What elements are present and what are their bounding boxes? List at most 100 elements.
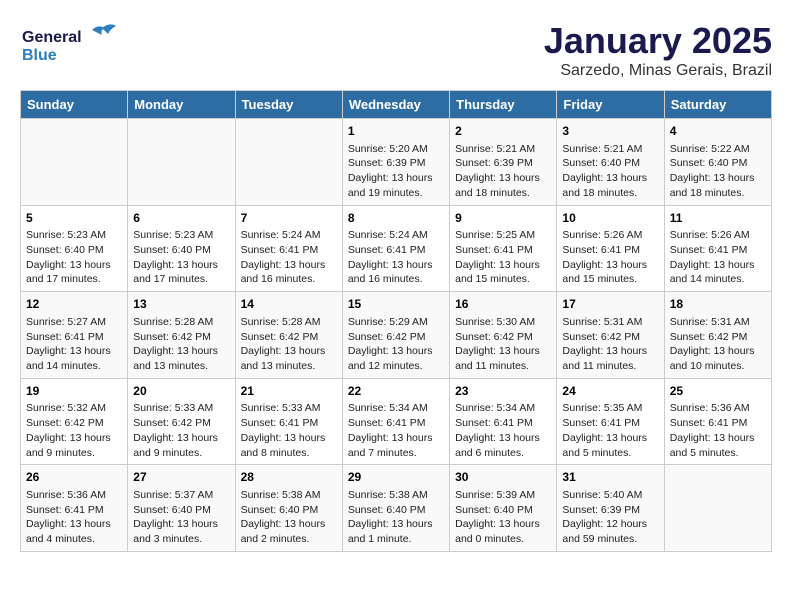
- calendar-cell: [664, 465, 771, 552]
- day-info: Sunrise: 5:38 AM Sunset: 6:40 PM Dayligh…: [348, 488, 444, 547]
- day-info: Sunrise: 5:34 AM Sunset: 6:41 PM Dayligh…: [348, 401, 444, 460]
- calendar-cell: 17 Sunrise: 5:31 AM Sunset: 6:42 PM Dayli…: [557, 292, 664, 379]
- calendar-cell: 23Sunrise: 5:34 AM Sunset: 6:41 PM Dayli…: [450, 378, 557, 465]
- day-number: 10: [562, 210, 658, 227]
- day-info: Sunrise: 5:23 AM Sunset: 6:40 PM Dayligh…: [26, 228, 122, 287]
- day-number: 27: [133, 469, 229, 486]
- header-friday: Friday: [557, 91, 664, 119]
- day-info: Sunrise: 5:33 AM Sunset: 6:41 PM Dayligh…: [241, 401, 337, 460]
- day-number: 28: [241, 469, 337, 486]
- calendar-cell: 6Sunrise: 5:23 AM Sunset: 6:40 PM Daylig…: [128, 205, 235, 292]
- day-number: 19: [26, 383, 122, 400]
- day-number: 23: [455, 383, 551, 400]
- calendar-cell: 24Sunrise: 5:35 AM Sunset: 6:41 PM Dayli…: [557, 378, 664, 465]
- calendar-cell: 10Sunrise: 5:26 AM Sunset: 6:41 PM Dayli…: [557, 205, 664, 292]
- day-number: 12: [26, 296, 122, 313]
- day-number: 8: [348, 210, 444, 227]
- calendar-cell: 2 Sunrise: 5:21 AM Sunset: 6:39 PM Daylig…: [450, 119, 557, 206]
- day-number: 14: [241, 296, 337, 313]
- calendar-cell: 1 Sunrise: 5:20 AM Sunset: 6:39 PM Daylig…: [342, 119, 449, 206]
- day-info: Sunrise: 5:38 AM Sunset: 6:40 PM Dayligh…: [241, 488, 337, 547]
- calendar-cell: 11Sunrise: 5:26 AM Sunset: 6:41 PM Dayli…: [664, 205, 771, 292]
- calendar-cell: 5Sunrise: 5:23 AM Sunset: 6:40 PM Daylig…: [21, 205, 128, 292]
- logo: General Blue: [20, 20, 120, 70]
- day-info: Sunrise: 5:24 AM Sunset: 6:41 PM Dayligh…: [348, 228, 444, 287]
- calendar-week-3: 19Sunrise: 5:32 AM Sunset: 6:42 PM Dayli…: [21, 378, 772, 465]
- day-number: 9: [455, 210, 551, 227]
- day-info: Sunrise: 5:20 AM Sunset: 6:39 PM Dayligh…: [348, 142, 444, 201]
- calendar-cell: 9Sunrise: 5:25 AM Sunset: 6:41 PM Daylig…: [450, 205, 557, 292]
- day-number: 26: [26, 469, 122, 486]
- day-info: Sunrise: 5:24 AM Sunset: 6:41 PM Dayligh…: [241, 228, 337, 287]
- day-number: 4: [670, 123, 766, 140]
- calendar-cell: 20Sunrise: 5:33 AM Sunset: 6:42 PM Dayli…: [128, 378, 235, 465]
- day-number: 30: [455, 469, 551, 486]
- calendar-cell: 21Sunrise: 5:33 AM Sunset: 6:41 PM Dayli…: [235, 378, 342, 465]
- day-info: Sunrise: 5:25 AM Sunset: 6:41 PM Dayligh…: [455, 228, 551, 287]
- header: General Blue January 2025 Sarzedo, Minas…: [20, 20, 772, 80]
- day-number: 5: [26, 210, 122, 227]
- calendar-week-0: 1 Sunrise: 5:20 AM Sunset: 6:39 PM Daylig…: [21, 119, 772, 206]
- day-number: 1: [348, 123, 444, 140]
- calendar-cell: 26 Sunrise: 5:36 AM Sunset: 6:41 PM Dayli…: [21, 465, 128, 552]
- calendar-week-1: 5Sunrise: 5:23 AM Sunset: 6:40 PM Daylig…: [21, 205, 772, 292]
- day-info: Sunrise: 5:23 AM Sunset: 6:40 PM Dayligh…: [133, 228, 229, 287]
- day-info: Sunrise: 5:21 AM Sunset: 6:39 PM Dayligh…: [455, 142, 551, 201]
- calendar-cell: 7Sunrise: 5:24 AM Sunset: 6:41 PM Daylig…: [235, 205, 342, 292]
- header-thursday: Thursday: [450, 91, 557, 119]
- day-info: Sunrise: 5:28 AM Sunset: 6:42 PM Dayligh…: [133, 315, 229, 374]
- day-number: 7: [241, 210, 337, 227]
- day-number: 29: [348, 469, 444, 486]
- calendar-cell: 27 Sunrise: 5:37 AM Sunset: 6:40 PM Dayli…: [128, 465, 235, 552]
- day-number: 17: [562, 296, 658, 313]
- day-info: Sunrise: 5:26 AM Sunset: 6:41 PM Dayligh…: [670, 228, 766, 287]
- day-info: Sunrise: 5:31 AM Sunset: 6:42 PM Dayligh…: [670, 315, 766, 374]
- header-saturday: Saturday: [664, 91, 771, 119]
- calendar-subtitle: Sarzedo, Minas Gerais, Brazil: [544, 62, 772, 80]
- calendar-cell: [128, 119, 235, 206]
- day-info: Sunrise: 5:39 AM Sunset: 6:40 PM Dayligh…: [455, 488, 551, 547]
- day-info: Sunrise: 5:22 AM Sunset: 6:40 PM Dayligh…: [670, 142, 766, 201]
- header-tuesday: Tuesday: [235, 91, 342, 119]
- day-info: Sunrise: 5:32 AM Sunset: 6:42 PM Dayligh…: [26, 401, 122, 460]
- calendar-cell: 3 Sunrise: 5:21 AM Sunset: 6:40 PM Daylig…: [557, 119, 664, 206]
- day-number: 11: [670, 210, 766, 227]
- calendar-cell: 18Sunrise: 5:31 AM Sunset: 6:42 PM Dayli…: [664, 292, 771, 379]
- day-info: Sunrise: 5:26 AM Sunset: 6:41 PM Dayligh…: [562, 228, 658, 287]
- header-wednesday: Wednesday: [342, 91, 449, 119]
- day-number: 31: [562, 469, 658, 486]
- day-info: Sunrise: 5:30 AM Sunset: 6:42 PM Dayligh…: [455, 315, 551, 374]
- day-info: Sunrise: 5:33 AM Sunset: 6:42 PM Dayligh…: [133, 401, 229, 460]
- title-area: January 2025 Sarzedo, Minas Gerais, Braz…: [544, 20, 772, 80]
- day-info: Sunrise: 5:29 AM Sunset: 6:42 PM Dayligh…: [348, 315, 444, 374]
- calendar-cell: 15 Sunrise: 5:29 AM Sunset: 6:42 PM Dayli…: [342, 292, 449, 379]
- svg-text:Blue: Blue: [22, 47, 57, 64]
- day-number: 25: [670, 383, 766, 400]
- day-number: 15: [348, 296, 444, 313]
- header-monday: Monday: [128, 91, 235, 119]
- calendar-cell: 19Sunrise: 5:32 AM Sunset: 6:42 PM Dayli…: [21, 378, 128, 465]
- calendar-week-4: 26 Sunrise: 5:36 AM Sunset: 6:41 PM Dayli…: [21, 465, 772, 552]
- calendar-cell: 4 Sunrise: 5:22 AM Sunset: 6:40 PM Daylig…: [664, 119, 771, 206]
- calendar-cell: [21, 119, 128, 206]
- svg-text:General: General: [22, 29, 82, 46]
- day-info: Sunrise: 5:27 AM Sunset: 6:41 PM Dayligh…: [26, 315, 122, 374]
- day-number: 6: [133, 210, 229, 227]
- day-number: 16: [455, 296, 551, 313]
- day-info: Sunrise: 5:36 AM Sunset: 6:41 PM Dayligh…: [26, 488, 122, 547]
- calendar-cell: 31Sunrise: 5:40 AM Sunset: 6:39 PM Dayli…: [557, 465, 664, 552]
- day-number: 2: [455, 123, 551, 140]
- calendar-cell: 22Sunrise: 5:34 AM Sunset: 6:41 PM Dayli…: [342, 378, 449, 465]
- day-info: Sunrise: 5:37 AM Sunset: 6:40 PM Dayligh…: [133, 488, 229, 547]
- calendar-cell: 29 Sunrise: 5:38 AM Sunset: 6:40 PM Dayli…: [342, 465, 449, 552]
- calendar-title: January 2025: [544, 20, 772, 62]
- day-info: Sunrise: 5:31 AM Sunset: 6:42 PM Dayligh…: [562, 315, 658, 374]
- calendar-cell: 16 Sunrise: 5:30 AM Sunset: 6:42 PM Dayli…: [450, 292, 557, 379]
- calendar-cell: 8Sunrise: 5:24 AM Sunset: 6:41 PM Daylig…: [342, 205, 449, 292]
- day-info: Sunrise: 5:21 AM Sunset: 6:40 PM Dayligh…: [562, 142, 658, 201]
- day-number: 3: [562, 123, 658, 140]
- calendar-cell: 28 Sunrise: 5:38 AM Sunset: 6:40 PM Dayli…: [235, 465, 342, 552]
- day-info: Sunrise: 5:36 AM Sunset: 6:41 PM Dayligh…: [670, 401, 766, 460]
- day-number: 20: [133, 383, 229, 400]
- day-number: 13: [133, 296, 229, 313]
